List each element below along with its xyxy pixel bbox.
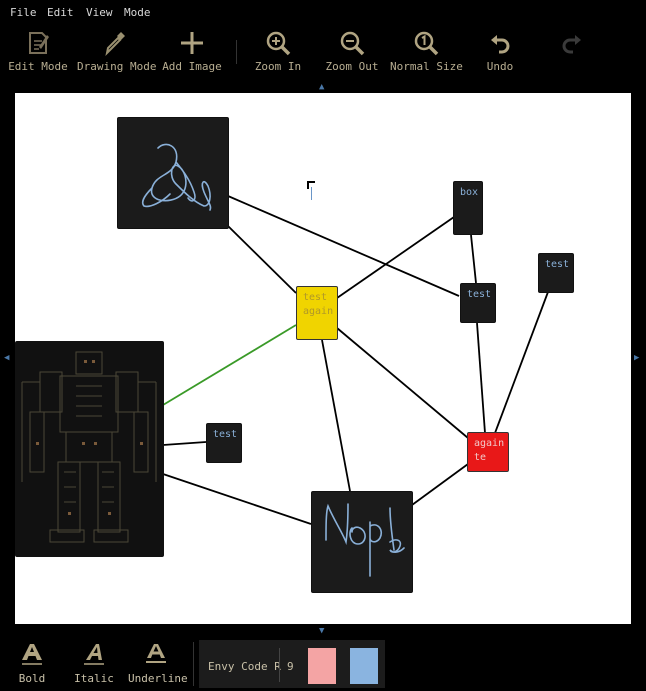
connector-line[interactable] bbox=[336, 327, 469, 439]
text-caret bbox=[311, 187, 312, 200]
italic-label: Italic bbox=[74, 672, 114, 685]
drawing-mode-button[interactable]: Drawing Mode bbox=[77, 26, 157, 76]
scroll-down-arrow-icon[interactable]: ▼ bbox=[319, 626, 324, 636]
scribble-drawing bbox=[141, 143, 212, 211]
edit-document-icon bbox=[29, 32, 49, 54]
connector-line[interactable] bbox=[476, 322, 486, 434]
zoom-reset-icon bbox=[414, 31, 439, 56]
zoom-out-button[interactable]: Zoom Out bbox=[324, 26, 380, 76]
node-test-right[interactable]: test bbox=[538, 253, 574, 293]
format-separator bbox=[193, 642, 194, 686]
text-color-swatch[interactable] bbox=[350, 648, 378, 684]
connector-line[interactable] bbox=[411, 463, 469, 506]
connector-line[interactable] bbox=[494, 291, 549, 434]
node-test-left-text: test bbox=[213, 429, 238, 440]
zoom-out-icon bbox=[340, 31, 365, 56]
zoom-in-label: Zoom In bbox=[254, 60, 302, 73]
menu-bar: File Edit View Mode bbox=[0, 0, 646, 24]
connector-line-selected[interactable] bbox=[162, 324, 297, 406]
menu-edit[interactable]: Edit bbox=[47, 6, 74, 19]
zoom-in-icon bbox=[266, 31, 291, 56]
format-bar: Bold Italic Underline Envy Code R 9 bbox=[0, 638, 646, 691]
node-test-left[interactable]: test bbox=[206, 423, 242, 463]
normal-size-button[interactable]: Normal Size bbox=[390, 26, 463, 76]
toolbar-separator bbox=[236, 40, 237, 64]
underline-a-icon bbox=[146, 644, 166, 663]
bold-a-icon bbox=[22, 644, 42, 665]
robot-image bbox=[21, 351, 157, 543]
zoom-in-button[interactable]: Zoom In bbox=[252, 26, 304, 76]
bold-label: Bold bbox=[18, 672, 46, 685]
scroll-left-arrow-icon[interactable]: ◀ bbox=[4, 353, 9, 363]
normal-size-label: Normal Size bbox=[390, 60, 463, 73]
connector-line[interactable] bbox=[321, 339, 351, 492]
menu-file[interactable]: File bbox=[10, 6, 37, 19]
redo-icon bbox=[562, 35, 581, 54]
fill-color-swatch[interactable] bbox=[308, 648, 336, 684]
drawing-node-scribble[interactable] bbox=[117, 117, 229, 229]
add-image-label: Add Image bbox=[162, 60, 222, 73]
node-test-again-text: test again bbox=[303, 292, 334, 317]
drawing-node-handwriting[interactable] bbox=[311, 491, 413, 593]
undo-label: Undo bbox=[486, 60, 514, 73]
connector-line[interactable] bbox=[470, 234, 477, 284]
menu-view[interactable]: View bbox=[86, 6, 113, 19]
node-test-again[interactable]: test again bbox=[296, 286, 338, 340]
image-node-robot[interactable] bbox=[15, 341, 164, 557]
scroll-right-arrow-icon[interactable]: ▶ bbox=[634, 353, 639, 363]
handwriting-drawing bbox=[325, 503, 405, 577]
font-divider bbox=[279, 648, 280, 682]
drawing-mode-label: Drawing Mode bbox=[77, 60, 157, 73]
underline-button[interactable]: Underline bbox=[128, 642, 188, 685]
diagram-canvas[interactable]: box test test test again again te test bbox=[15, 93, 631, 624]
font-panel: Envy Code R 9 bbox=[199, 640, 385, 688]
plus-icon bbox=[181, 32, 203, 54]
edit-mode-button[interactable]: Edit Mode bbox=[6, 26, 70, 76]
toolbar: Edit Mode Drawing Mode Add Image Zoom In… bbox=[0, 26, 646, 78]
node-box[interactable]: box bbox=[453, 181, 483, 235]
undo-icon bbox=[491, 35, 510, 54]
bold-button[interactable]: Bold bbox=[12, 642, 52, 685]
node-againte-text: again te bbox=[474, 438, 505, 463]
connector-line[interactable] bbox=[162, 473, 312, 525]
node-test-mid[interactable]: test bbox=[460, 283, 496, 323]
connector-line[interactable] bbox=[162, 441, 207, 446]
node-box-text: box bbox=[460, 187, 479, 198]
edit-mode-label: Edit Mode bbox=[8, 60, 68, 73]
underline-label: Underline bbox=[128, 672, 188, 685]
italic-button[interactable]: Italic bbox=[74, 642, 114, 685]
italic-a-icon bbox=[84, 644, 104, 665]
add-image-button[interactable]: Add Image bbox=[162, 26, 222, 76]
font-name-select[interactable]: Envy Code R bbox=[208, 660, 281, 673]
node-againte[interactable]: again te bbox=[467, 432, 509, 472]
scroll-up-arrow-icon[interactable]: ▲ bbox=[319, 82, 324, 92]
font-size-input[interactable]: 9 bbox=[287, 660, 294, 673]
menu-mode[interactable]: Mode bbox=[124, 6, 151, 19]
zoom-out-label: Zoom Out bbox=[325, 60, 379, 73]
redo-button[interactable] bbox=[556, 26, 588, 76]
node-test-mid-text: test bbox=[467, 289, 492, 300]
undo-button[interactable]: Undo bbox=[482, 26, 518, 76]
eyedropper-icon bbox=[105, 32, 125, 56]
connector-line[interactable] bbox=[227, 225, 297, 294]
connector-line[interactable] bbox=[227, 195, 460, 297]
node-test-right-text: test bbox=[545, 259, 570, 270]
